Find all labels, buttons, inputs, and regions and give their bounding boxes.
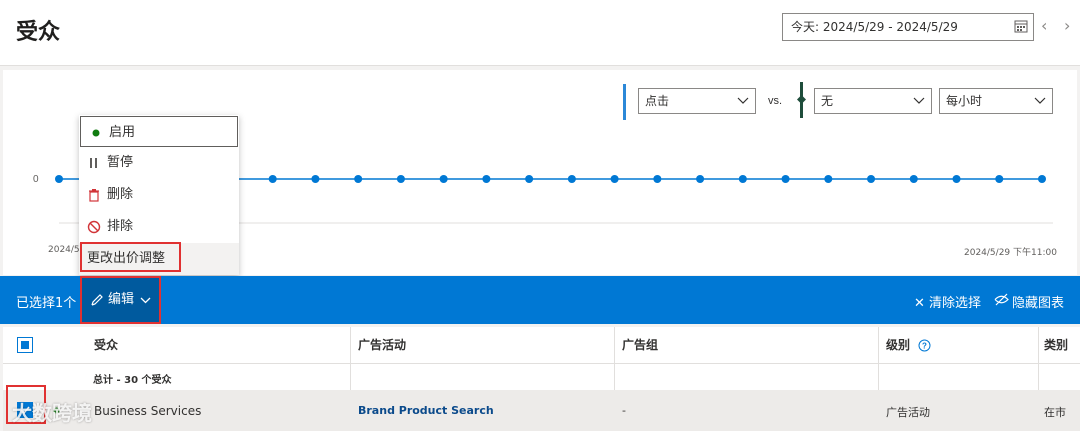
highlight-box — [80, 276, 161, 324]
close-icon: ✕ — [914, 296, 930, 311]
data-point[interactable] — [696, 175, 705, 183]
data-point[interactable] — [995, 175, 1004, 183]
clear-selection-label: 清除选择 — [929, 296, 982, 311]
info-icon[interactable]: ? — [918, 339, 931, 352]
column-header-campaign[interactable]: 广告活动 — [358, 327, 406, 363]
data-point[interactable] — [824, 175, 833, 183]
menu-item-delete[interactable]: 删除 — [79, 179, 239, 211]
category-value: 在市 — [1044, 406, 1066, 419]
pause-icon — [90, 158, 97, 168]
menu-item-label: 启用 — [109, 125, 136, 140]
hide-chart-label: 隐藏图表 — [1012, 296, 1065, 311]
data-point[interactable] — [439, 175, 448, 183]
chevron-right-icon[interactable]: › — [1064, 16, 1070, 35]
column-header-ad-group[interactable]: 广告组 — [622, 327, 658, 363]
row-divider — [3, 363, 1080, 364]
menu-item-label: 暂停 — [107, 155, 134, 170]
watermark-logo: 大数跨境 — [12, 401, 92, 425]
clear-selection-button[interactable]: ✕ 清除选择 — [914, 292, 981, 311]
data-point[interactable] — [396, 175, 405, 183]
data-point[interactable] — [268, 175, 277, 183]
date-range-value: 今天: 2024/5/29 - 2024/5/29 — [791, 20, 958, 34]
calendar-icon[interactable] — [1014, 19, 1028, 33]
page-header: 受众 今天: 2024/5/29 - 2024/5/29 ‹ › — [0, 0, 1080, 66]
data-point[interactable] — [354, 175, 363, 183]
data-point[interactable] — [952, 175, 961, 183]
data-point[interactable] — [653, 175, 662, 183]
data-point[interactable] — [610, 175, 619, 183]
level-value: 广告活动 — [886, 406, 930, 419]
data-point[interactable] — [867, 175, 876, 183]
eye-off-icon — [994, 293, 1009, 306]
data-point[interactable] — [1038, 175, 1046, 183]
menu-item-label: 排除 — [107, 219, 134, 234]
select-all-checkbox[interactable] — [17, 337, 33, 353]
trash-icon — [89, 189, 99, 202]
page-title: 受众 — [16, 20, 61, 45]
x-tick-start: 2024/5 — [48, 245, 80, 255]
column-header-category[interactable]: 类别 — [1044, 327, 1068, 363]
data-point[interactable] — [738, 175, 747, 183]
audience-table: 受众 广告活动 广告组 级别 ? 类别 总计 - 30 个受众 Business… — [3, 327, 1080, 431]
highlight-box — [80, 242, 181, 272]
column-header-level[interactable]: 级别 ? — [886, 327, 931, 363]
x-tick-end: 2024/5/29 下午11:00 — [964, 248, 1057, 258]
date-range-picker[interactable]: 今天: 2024/5/29 - 2024/5/29 — [782, 13, 1034, 41]
data-point[interactable] — [909, 175, 918, 183]
total-row-label: 总计 - 30 个受众 — [93, 375, 172, 386]
menu-item-exclude[interactable]: 排除 — [79, 211, 239, 243]
column-header-audience[interactable]: 受众 — [94, 327, 118, 363]
ad-group-value: - — [622, 404, 626, 417]
data-point[interactable] — [55, 175, 63, 183]
column-header-level-label: 级别 — [886, 338, 911, 352]
menu-item-pause[interactable]: 暂停 — [79, 147, 239, 179]
data-point[interactable] — [525, 175, 534, 183]
data-point[interactable] — [482, 175, 491, 183]
chevron-left-icon[interactable]: ‹ — [1041, 16, 1047, 35]
data-point[interactable] — [567, 175, 576, 183]
campaign-link[interactable]: Brand Product Search — [358, 404, 494, 417]
svg-text:?: ? — [922, 342, 927, 351]
green-dot-icon — [92, 129, 100, 137]
menu-item-label: 删除 — [107, 187, 134, 202]
menu-item-enable[interactable]: 启用 — [80, 116, 238, 147]
block-icon — [87, 220, 101, 234]
hide-chart-button[interactable]: 隐藏图表 — [994, 292, 1064, 311]
command-bar: 已选择1个 编辑 ✕ 清除选择 隐藏图表 — [0, 276, 1080, 324]
data-point[interactable] — [781, 175, 790, 183]
audience-name[interactable]: Business Services — [94, 404, 201, 418]
data-point[interactable] — [311, 175, 320, 183]
table-row[interactable]: Business Services Brand Product Search -… — [3, 390, 1080, 431]
selection-count: 已选择1个 — [16, 296, 77, 311]
